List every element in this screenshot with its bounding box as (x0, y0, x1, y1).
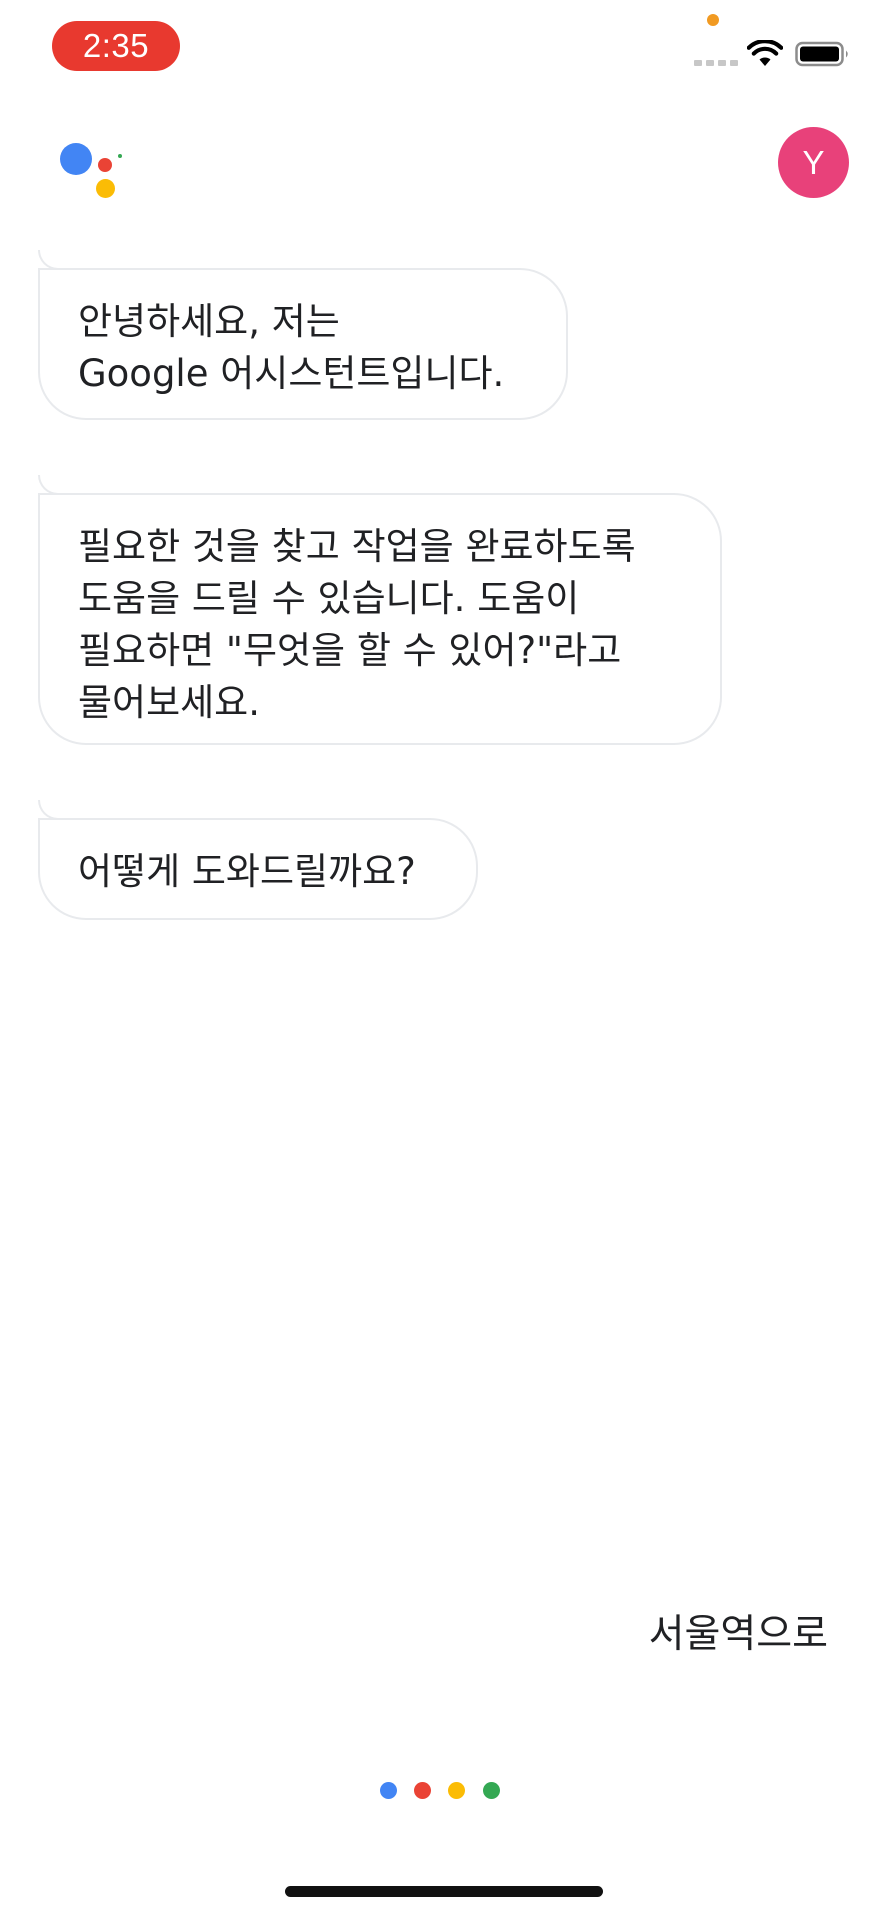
listening-dot-green (483, 1782, 500, 1799)
home-indicator[interactable] (285, 1886, 603, 1897)
google-assistant-logo-icon (58, 140, 128, 204)
assistant-message-bubble: 안녕하세요, 저는 Google 어시스턴트입니다. (38, 250, 568, 420)
message-line: 필요하면 "무엇을 할 수 있어?"라고 (78, 629, 622, 672)
logo-red-dot (98, 158, 112, 172)
message-line: 도움을 드릴 수 있습니다. 도움이 (78, 577, 580, 620)
message-line: 안녕하세요, 저는 (78, 300, 340, 343)
status-bar: 2:35 (0, 0, 886, 100)
listening-dots-icon[interactable] (380, 1782, 510, 1802)
cellular-signal-icon (694, 60, 738, 68)
user-query-text: 서울역으로 (648, 1612, 828, 1657)
message-line: Google 어시스턴트입니다. (78, 352, 505, 395)
status-time[interactable]: 2:35 (52, 21, 180, 71)
listening-dot-blue (380, 1782, 397, 1799)
message-line: 필요한 것을 찾고 작업을 완료하도록 (78, 525, 636, 568)
privacy-indicator-icon (707, 14, 719, 26)
message-line: 물어보세요. (78, 681, 260, 724)
assistant-message-bubble: 필요한 것을 찾고 작업을 완료하도록 도움을 드릴 수 있습니다. 도움이 필… (38, 475, 722, 745)
listening-dot-red (414, 1782, 431, 1799)
logo-green-dot (118, 154, 122, 158)
assistant-message-bubble: 어떻게 도와드릴까요? (38, 800, 478, 920)
logo-yellow-dot (96, 179, 115, 198)
battery-icon (795, 41, 848, 67)
user-avatar[interactable]: Y (778, 127, 849, 198)
listening-dot-yellow (448, 1782, 465, 1799)
logo-blue-dot (60, 143, 92, 175)
message-line: 어떻게 도와드릴까요? (78, 850, 416, 893)
wifi-icon (747, 40, 783, 66)
